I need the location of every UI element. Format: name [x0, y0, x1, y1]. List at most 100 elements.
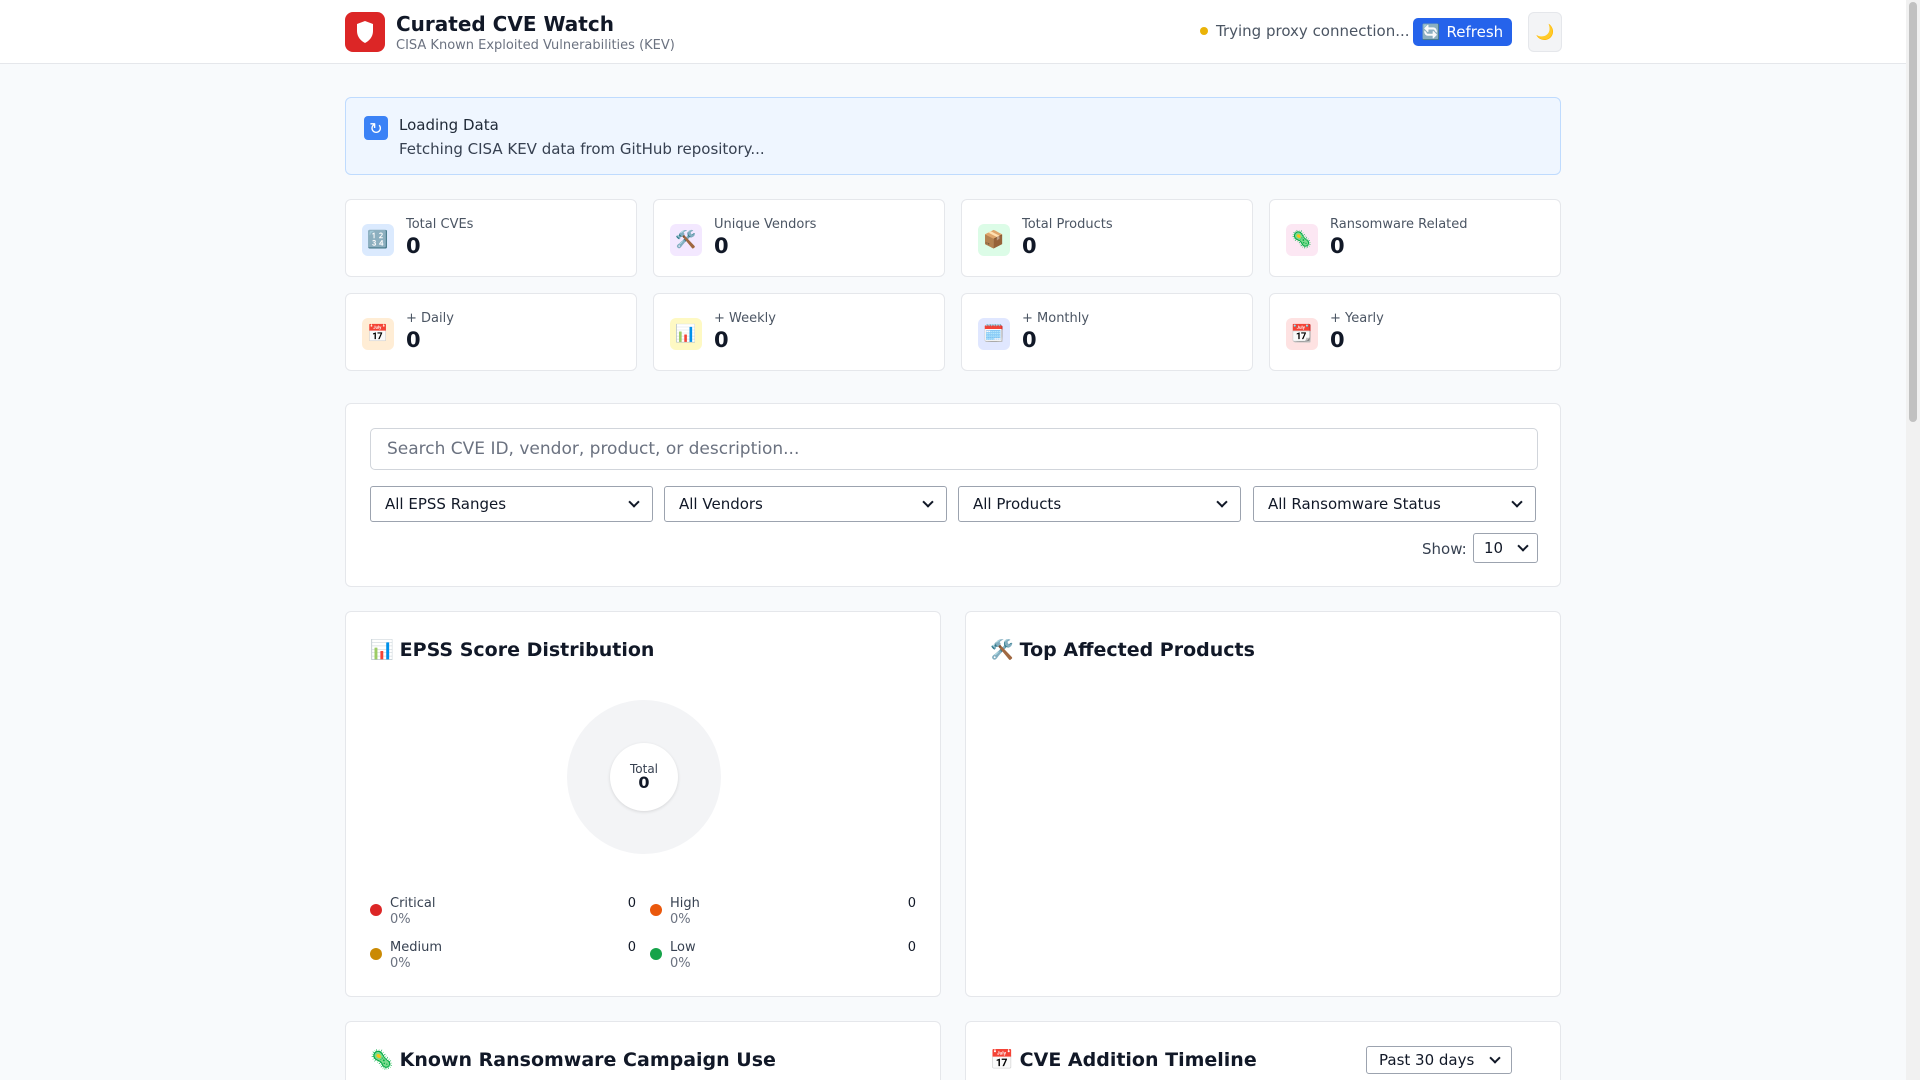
page-size-value: 10 [1484, 539, 1504, 557]
refresh-button[interactable]: 🔄 Refresh [1413, 18, 1512, 46]
spiral-calendar-icon: 🗓️ [978, 318, 1010, 350]
epss-panel-title: 📊 EPSS Score Distribution [370, 638, 655, 662]
legend-count: 0 [907, 896, 916, 911]
scrollbar-thumb[interactable] [1909, 2, 1917, 422]
ransomware-status-select[interactable]: All Ransomware Status [1253, 486, 1536, 522]
tools-icon: 🛠️ [670, 224, 702, 256]
theme-toggle-button[interactable]: 🌙 [1528, 12, 1562, 52]
stat-card-total-products: 📦 Total Products 0 [961, 199, 1253, 277]
chevron-down-icon [1216, 496, 1228, 508]
legend-count: 0 [627, 940, 636, 955]
connection-status-text: Trying proxy connection... [1216, 22, 1410, 40]
stat-card-ransomware-related: 🦠 Ransomware Related 0 [1269, 199, 1561, 277]
stat-card-total-cves: 🔢 Total CVEs 0 [345, 199, 637, 277]
show-label: Show: [1422, 540, 1467, 558]
microbe-icon: 🦠 [370, 1049, 394, 1071]
stat-label: + Yearly [1330, 311, 1384, 326]
vendor-value: All Vendors [679, 495, 763, 513]
stat-card-weekly: 📊 + Weekly 0 [653, 293, 945, 371]
moon-icon: 🌙 [1535, 23, 1555, 41]
refresh-label: Refresh [1446, 23, 1504, 41]
timeline-panel-title: 📅 CVE Addition Timeline [990, 1048, 1257, 1072]
stat-card-unique-vendors: 🛠️ Unique Vendors 0 [653, 199, 945, 277]
chevron-down-icon [628, 496, 640, 508]
page-size-select[interactable]: 10 [1473, 533, 1538, 563]
stat-value: 0 [1330, 234, 1345, 258]
epss-donut-chart: Total 0 [567, 700, 721, 854]
legend-percent: 0% [670, 912, 691, 927]
stat-value: 0 [714, 234, 729, 258]
tear-off-calendar-icon: 📆 [1286, 318, 1318, 350]
legend-percent: 0% [670, 956, 691, 971]
legend-item-low: Low 0% 0 [650, 940, 916, 980]
filter-panel: All EPSS Ranges All Vendors All Products… [345, 403, 1561, 587]
legend-count: 0 [907, 940, 916, 955]
app-subtitle: CISA Known Exploited Vulnerabilities (KE… [396, 38, 675, 53]
products-panel-title-text: Top Affected Products [1019, 638, 1255, 661]
ransomware-panel-title-text: Known Ransomware Campaign Use [399, 1048, 776, 1071]
stat-value: 0 [1022, 234, 1037, 258]
timeline-range-value: Past 30 days [1379, 1051, 1475, 1069]
loading-banner: ↻ Loading Data Fetching CISA KEV data fr… [345, 97, 1561, 175]
calendar-icon: 📅 [990, 1049, 1014, 1071]
loading-refresh-icon: ↻ [364, 116, 388, 140]
stat-card-monthly: 🗓️ + Monthly 0 [961, 293, 1253, 371]
ransomware-campaign-panel: 🦠 Known Ransomware Campaign Use [345, 1021, 941, 1080]
donut-total-value: 0 [638, 773, 650, 792]
epss-panel-title-text: EPSS Score Distribution [399, 638, 655, 661]
legend-count: 0 [627, 896, 636, 911]
stat-value: 0 [714, 328, 729, 352]
cve-timeline-panel: 📅 CVE Addition Timeline Past 30 days [965, 1021, 1561, 1080]
stat-label: Unique Vendors [714, 217, 817, 232]
ransomware-panel-title: 🦠 Known Ransomware Campaign Use [370, 1048, 776, 1072]
donut-center: Total 0 [610, 743, 678, 811]
stat-value: 0 [406, 234, 421, 258]
status-dot-icon [1200, 27, 1208, 35]
legend-item-high: High 0% 0 [650, 896, 916, 936]
refresh-icon: 🔄 [1421, 23, 1441, 41]
epss-range-select[interactable]: All EPSS Ranges [370, 486, 653, 522]
stat-label: Total Products [1022, 217, 1113, 232]
chevron-down-icon [1517, 540, 1529, 552]
stat-value: 0 [406, 328, 421, 352]
numbers-icon: 🔢 [362, 224, 394, 256]
banner-title: Loading Data [399, 116, 499, 134]
legend-item-critical: Critical 0% 0 [370, 896, 636, 936]
stat-card-yearly: 📆 + Yearly 0 [1269, 293, 1561, 371]
search-input[interactable] [370, 428, 1538, 470]
stat-label: + Daily [406, 311, 454, 326]
products-panel-title: 🛠️ Top Affected Products [990, 638, 1255, 662]
stat-label: + Weekly [714, 311, 776, 326]
stat-value: 0 [1330, 328, 1345, 352]
microbe-icon: 🦠 [1286, 224, 1318, 256]
stat-label: Ransomware Related [1330, 217, 1468, 232]
stat-label: + Monthly [1022, 311, 1090, 326]
epss-range-value: All EPSS Ranges [385, 495, 507, 513]
stat-label: Total CVEs [406, 217, 474, 232]
ransomware-status-value: All Ransomware Status [1268, 495, 1441, 513]
legend-name: Low [670, 940, 696, 955]
legend-dot [650, 948, 662, 960]
chevron-down-icon [922, 496, 934, 508]
package-icon: 📦 [978, 224, 1010, 256]
vendor-select[interactable]: All Vendors [664, 486, 947, 522]
legend-percent: 0% [390, 956, 411, 971]
app-title: Curated CVE Watch [396, 12, 614, 36]
tools-icon: 🛠️ [990, 639, 1014, 661]
epss-distribution-panel: 📊 EPSS Score Distribution Total 0 Critic… [345, 611, 941, 997]
page-scrollbar[interactable] [1906, 0, 1920, 1080]
legend-name: Critical [390, 896, 436, 911]
legend-dot [650, 904, 662, 916]
legend-dot [370, 904, 382, 916]
bar-chart-icon: 📊 [670, 318, 702, 350]
calendar-icon: 📅 [362, 318, 394, 350]
timeline-range-select[interactable]: Past 30 days [1366, 1046, 1512, 1074]
legend-percent: 0% [390, 912, 411, 927]
legend-name: Medium [390, 940, 442, 955]
chevron-down-icon [1489, 1052, 1501, 1064]
product-select[interactable]: All Products [958, 486, 1241, 522]
shield-logo-icon [345, 12, 385, 52]
timeline-panel-title-text: CVE Addition Timeline [1019, 1048, 1257, 1071]
product-value: All Products [973, 495, 1062, 513]
connection-status: Trying proxy connection... [1200, 22, 1410, 40]
